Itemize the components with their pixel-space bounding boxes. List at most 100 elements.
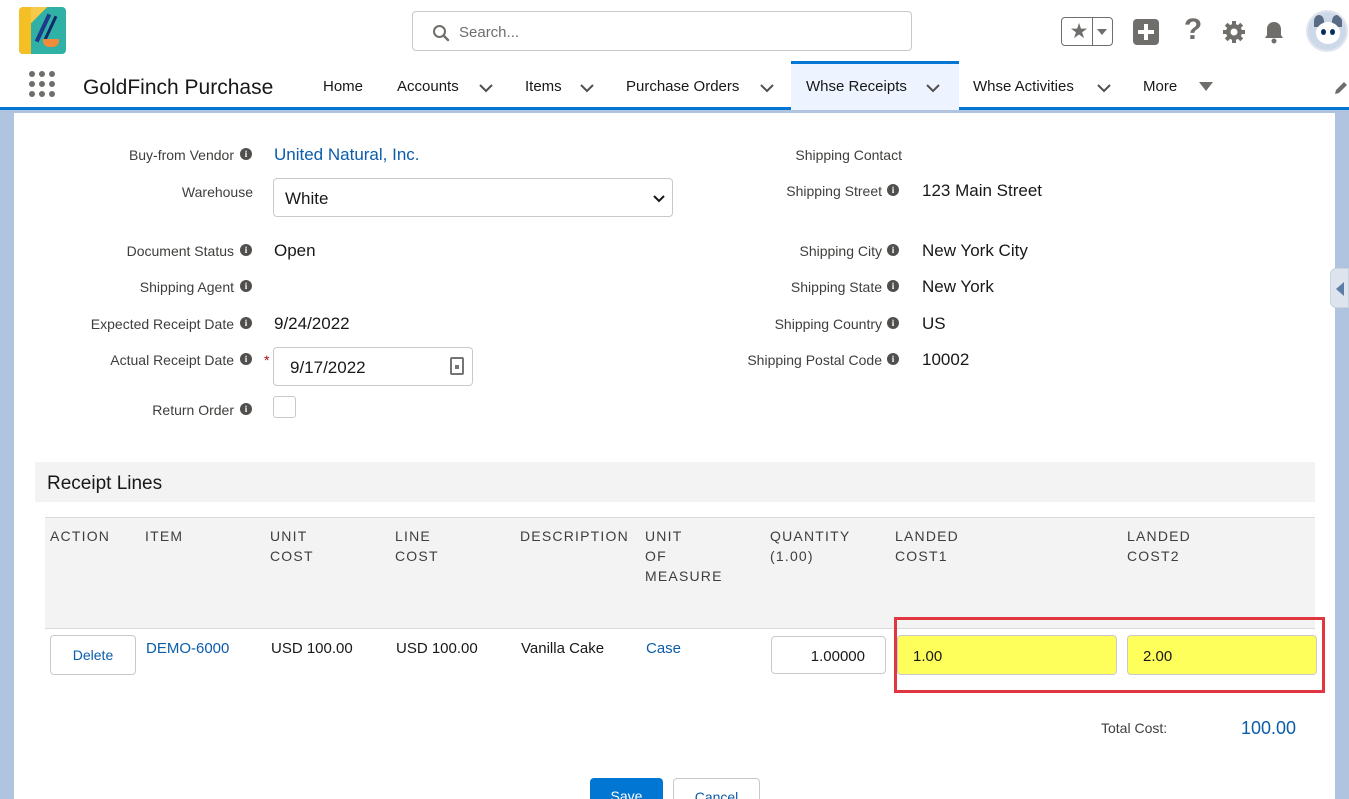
- info-icon[interactable]: i: [240, 244, 252, 256]
- column-header-line-cost: LINE COST: [395, 528, 439, 564]
- shipping-agent-label: Shipping Agent: [139, 279, 234, 295]
- actual-receipt-date-label: Actual Receipt Date: [110, 352, 234, 368]
- line-cost-value: USD 100.00: [396, 640, 478, 657]
- app-logo[interactable]: [19, 7, 66, 54]
- record-panel: [14, 113, 1335, 799]
- buy-from-vendor-link[interactable]: United Natural, Inc.: [274, 145, 420, 165]
- pencil-icon[interactable]: [1333, 80, 1349, 96]
- quantity-input[interactable]: 1.00000: [771, 636, 886, 674]
- favorites-button[interactable]: ★: [1061, 17, 1113, 46]
- expected-receipt-date-value: 9/24/2022: [274, 314, 350, 333]
- description-value: Vanilla Cake: [521, 640, 605, 657]
- nav-item-home[interactable]: Home: [310, 64, 380, 110]
- column-header-unit-of-measure: UNIT OF MEASURE: [645, 528, 723, 584]
- nav-item-label: More: [1143, 78, 1178, 95]
- calendar-icon[interactable]: [450, 357, 464, 375]
- info-icon[interactable]: i: [887, 280, 899, 292]
- column-header-landed-cost1: LANDED COST1: [895, 528, 959, 564]
- bell-icon[interactable]: [1261, 19, 1287, 45]
- info-icon[interactable]: i: [240, 353, 252, 365]
- warehouse-selected-value: White: [285, 189, 329, 208]
- chevron-down-icon[interactable]: [579, 80, 595, 96]
- info-icon[interactable]: i: [240, 403, 252, 415]
- column-header-unit-cost: UNIT COST: [270, 528, 314, 564]
- buy-from-vendor-label: Buy-from Vendor: [128, 147, 234, 163]
- return-order-label: Return Order: [152, 402, 234, 418]
- expected-receipt-date-label: Expected Receipt Date: [90, 316, 234, 332]
- nav-item-accounts[interactable]: Accounts: [385, 64, 505, 110]
- actual-receipt-date-input[interactable]: 9/17/2022: [273, 347, 473, 386]
- nav-item-label: Purchase Orders: [626, 78, 740, 95]
- info-icon[interactable]: i: [240, 317, 252, 329]
- item-link[interactable]: DEMO-6000: [146, 640, 229, 657]
- star-icon: ★: [1069, 20, 1089, 43]
- info-icon[interactable]: i: [887, 244, 899, 256]
- nav-item-items[interactable]: Items: [513, 64, 613, 110]
- receipt-lines-table-header: ACTION ITEM UNIT COST LINE COST DESCRIPT…: [45, 517, 1315, 629]
- return-order-checkbox[interactable]: [273, 396, 296, 418]
- nav-item-label: Items: [525, 78, 562, 95]
- unit-of-measure-link[interactable]: Case: [646, 640, 681, 657]
- shipping-city-value: New York City: [922, 241, 1028, 260]
- document-status-value: Open: [274, 241, 316, 260]
- chevron-down-icon[interactable]: [1096, 80, 1112, 96]
- chevron-down-icon[interactable]: [925, 80, 941, 96]
- save-button[interactable]: Save: [590, 778, 663, 799]
- side-panel-toggle[interactable]: [1330, 268, 1349, 308]
- warehouse-select[interactable]: White: [273, 178, 673, 217]
- receipt-lines-header: Receipt Lines: [35, 462, 1315, 502]
- info-icon[interactable]: i: [240, 280, 252, 292]
- delete-button[interactable]: Delete: [50, 635, 136, 675]
- section-title: Receipt Lines: [47, 473, 163, 494]
- nav-item-label: Home: [323, 78, 364, 95]
- favorites-menu-chevron-icon[interactable]: [1097, 29, 1107, 35]
- help-icon[interactable]: ?: [1180, 15, 1206, 45]
- nav-item-whse-activities[interactable]: Whse Activities: [960, 64, 1130, 110]
- shipping-street-label: Shipping Street: [786, 183, 882, 199]
- nav-item-label: Accounts: [397, 78, 459, 95]
- app-navigation: GoldFinch Purchase Home Accounts Items P…: [0, 61, 1349, 110]
- search-input[interactable]: [459, 21, 889, 43]
- search-icon: [433, 25, 450, 42]
- quantity-value: 1.00000: [810, 648, 865, 665]
- shipping-contact-label: Shipping Contact: [795, 147, 902, 163]
- warehouse-label: Warehouse: [181, 184, 253, 200]
- gear-icon[interactable]: [1221, 19, 1247, 45]
- unit-cost-value: USD 100.00: [271, 640, 353, 657]
- nav-item-label: Whse Receipts: [806, 78, 907, 95]
- info-icon[interactable]: i: [887, 317, 899, 329]
- info-icon[interactable]: i: [240, 148, 252, 160]
- info-icon[interactable]: i: [887, 353, 899, 365]
- chevron-down-icon[interactable]: [759, 80, 775, 96]
- document-status-label: Document Status: [126, 243, 234, 259]
- column-header-landed-cost2: LANDED COST2: [1127, 528, 1191, 564]
- app-name: GoldFinch Purchase: [83, 76, 274, 99]
- caret-down-icon[interactable]: [1199, 82, 1213, 91]
- chevron-down-icon[interactable]: [478, 80, 494, 96]
- cancel-button[interactable]: Cancel: [673, 778, 760, 799]
- shipping-state-value: New York: [922, 277, 994, 296]
- total-cost-label: Total Cost:: [1101, 720, 1168, 736]
- landed-cost-highlight-box: [894, 617, 1325, 693]
- avatar[interactable]: [1306, 10, 1348, 52]
- column-header-quantity: QUANTITY (1.00): [770, 528, 851, 564]
- app-launcher-icon[interactable]: [29, 71, 55, 97]
- global-header: ★ ?: [0, 0, 1349, 64]
- shipping-street-value: 123 Main Street: [922, 181, 1043, 200]
- nav-item-more[interactable]: More: [1131, 64, 1221, 110]
- shipping-postal-code-value: 10002: [922, 350, 970, 369]
- actual-receipt-date-value: 9/17/2022: [290, 358, 366, 377]
- nav-item-whse-receipts[interactable]: Whse Receipts: [791, 61, 959, 110]
- global-actions-plus-icon[interactable]: [1133, 19, 1159, 45]
- global-search[interactable]: [412, 11, 912, 51]
- shipping-state-label: Shipping State: [790, 279, 882, 295]
- info-icon[interactable]: i: [887, 184, 899, 196]
- column-header-description: DESCRIPTION: [520, 528, 629, 544]
- shipping-city-label: Shipping City: [799, 243, 883, 259]
- required-indicator: *: [264, 352, 270, 368]
- shipping-country-value: US: [922, 314, 946, 333]
- nav-item-purchase-orders[interactable]: Purchase Orders: [614, 64, 790, 110]
- chevron-down-icon: [653, 195, 665, 203]
- total-cost-value: 100.00: [1241, 718, 1297, 738]
- column-header-action: ACTION: [50, 528, 111, 544]
